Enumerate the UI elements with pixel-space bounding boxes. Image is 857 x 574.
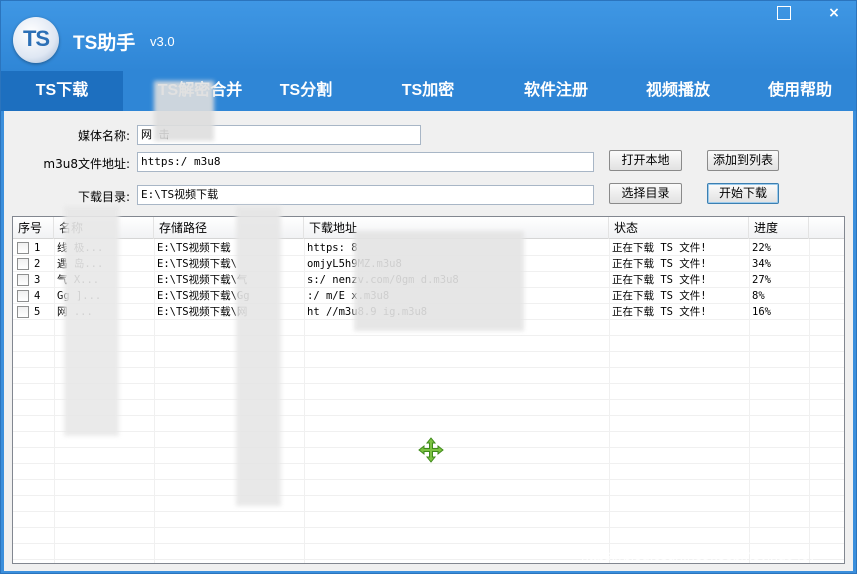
row-checkbox[interactable] (17, 274, 29, 286)
m3u8-url-field[interactable]: https:/ m3u8 (137, 152, 594, 172)
tab-video-play[interactable]: 视频播放 (617, 71, 739, 111)
cell-progress: 22% (752, 242, 771, 254)
col-progress[interactable]: 进度 (749, 217, 809, 239)
cell-path: E:\TS视频下载\网 (157, 306, 248, 318)
cell-progress: 8% (752, 290, 765, 302)
cell-status: 正在下载 TS 文件! (612, 258, 707, 270)
redaction-blur (236, 206, 281, 506)
logo-text: TS (22, 26, 50, 51)
cell-progress: 16% (752, 306, 771, 318)
cell-path: E:\TS视频下载\气 (157, 274, 248, 286)
download-panel: 媒体名称: 网 击 m3u8文件地址: https:/ m3u8 打开本地 添加… (4, 81, 853, 571)
row-checkbox[interactable] (17, 258, 29, 270)
tab-ts-split[interactable]: TS分割 (245, 71, 367, 111)
media-name-label: 媒体名称: (77, 129, 130, 143)
close-icon[interactable]: × (827, 6, 841, 20)
col-num[interactable]: 序号 (13, 217, 54, 239)
cell-progress: 34% (752, 258, 771, 270)
app-window: TS TS助手 v3.0 × TS下载 TS解密合并 TS分割 TS加密 软件注… (0, 0, 857, 574)
download-dir-label: 下载目录: (77, 190, 130, 204)
download-dir-field[interactable]: E:\TS视频下载 (137, 185, 594, 205)
cell-num: 5 (34, 306, 41, 318)
cell-path: E:\TS视频下载 (157, 242, 231, 254)
cell-status: 正在下载 TS 文件! (612, 290, 707, 302)
cell-status: 正在下载 TS 文件! (612, 242, 707, 254)
title-bar[interactable]: TS TS助手 v3.0 × (1, 1, 856, 71)
cell-status: 正在下载 TS 文件! (612, 274, 707, 286)
redaction-blur (354, 231, 524, 331)
tab-help[interactable]: 使用帮助 (739, 71, 857, 111)
move-cursor-icon (418, 437, 444, 463)
redaction-blur (64, 206, 119, 436)
col-path[interactable]: 存储路径 (154, 217, 304, 239)
open-local-button[interactable]: 打开本地 (609, 150, 682, 171)
cell-num: 4 (34, 290, 41, 302)
choose-dir-button[interactable]: 选择目录 (609, 183, 682, 204)
col-status[interactable]: 状态 (609, 217, 749, 239)
main-nav: TS下载 TS解密合并 TS分割 TS加密 软件注册 视频播放 使用帮助 (1, 71, 856, 111)
tab-ts-encrypt[interactable]: TS加密 (367, 71, 489, 111)
tab-register[interactable]: 软件注册 (495, 71, 617, 111)
cell-status: 正在下载 TS 文件! (612, 306, 707, 318)
cell-path: E:\TS视频下载\Gg (157, 290, 250, 302)
row-checkbox[interactable] (17, 290, 29, 302)
redaction-blur (154, 81, 214, 141)
app-title: TS助手 (73, 33, 136, 54)
cell-progress: 27% (752, 274, 771, 286)
cell-num: 1 (34, 242, 41, 254)
app-version: v3.0 (150, 34, 175, 49)
tab-ts-download[interactable]: TS下载 (1, 71, 123, 111)
row-checkbox[interactable] (17, 242, 29, 254)
row-checkbox[interactable] (17, 306, 29, 318)
cell-num: 2 (34, 258, 41, 270)
m3u8-url-label: m3u8文件地址: (43, 157, 130, 171)
cell-num: 3 (34, 274, 41, 286)
cell-path: E:\TS视频下载\ (157, 258, 237, 270)
add-to-list-button[interactable]: 添加到列表 (707, 150, 779, 171)
minimize-icon[interactable] (777, 6, 791, 20)
app-logo: TS (13, 17, 59, 63)
start-download-button[interactable]: 开始下载 (707, 183, 779, 204)
watermark: https://blog.csdn.net/keepmoving0407 (581, 547, 817, 563)
